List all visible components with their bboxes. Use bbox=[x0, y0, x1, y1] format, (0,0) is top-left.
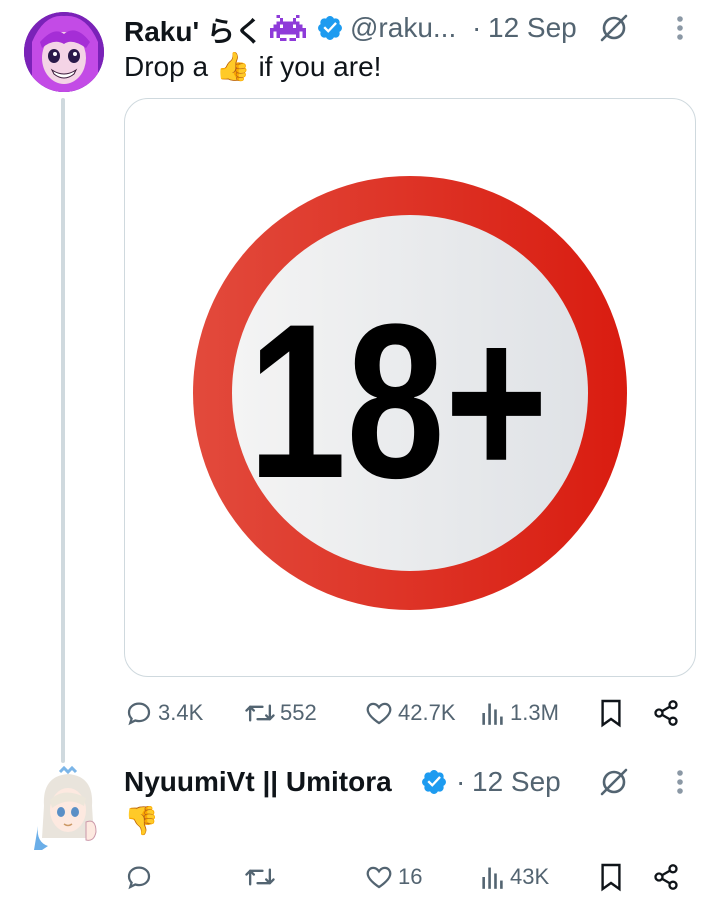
views-count: 43K bbox=[510, 864, 550, 889]
more-icon[interactable] bbox=[666, 12, 694, 44]
views-button[interactable]: 43K bbox=[480, 862, 549, 892]
views-icon bbox=[482, 703, 503, 725]
reply-button[interactable]: 3.4K bbox=[124, 698, 203, 728]
bookmark-icon bbox=[601, 699, 621, 728]
bookmark-icon bbox=[601, 863, 621, 892]
like-count: 42.7K bbox=[398, 700, 456, 725]
retweet-button[interactable]: 552 bbox=[244, 698, 317, 728]
display-name[interactable]: Raku' らく bbox=[124, 10, 263, 50]
tweet-image[interactable]: 18+ bbox=[124, 98, 696, 677]
retweet-icon bbox=[245, 868, 275, 886]
verified-badge-icon bbox=[316, 14, 344, 42]
reply-icon bbox=[127, 702, 151, 726]
retweet-icon bbox=[245, 704, 275, 722]
share-button[interactable] bbox=[650, 862, 682, 892]
grok-icon[interactable] bbox=[594, 10, 634, 46]
display-name[interactable]: NyuumiVt || Umitora bbox=[124, 766, 392, 798]
like-button[interactable]: 42.7K bbox=[364, 698, 456, 728]
views-button[interactable]: 1.3M bbox=[480, 698, 559, 728]
share-button[interactable] bbox=[650, 698, 682, 728]
verified-badge-icon bbox=[420, 768, 448, 796]
like-icon bbox=[366, 702, 392, 725]
handle[interactable]: @raku... bbox=[350, 12, 456, 44]
age-rating-text: 18+ bbox=[248, 278, 548, 524]
tweet-text: Drop a 👍 if you are! bbox=[124, 51, 382, 82]
retweet-button[interactable] bbox=[244, 862, 280, 892]
share-icon bbox=[654, 700, 678, 726]
views-icon bbox=[482, 867, 503, 889]
thread-connector bbox=[61, 98, 65, 763]
space-invader-icon bbox=[270, 12, 306, 44]
tweet-text: 👎 bbox=[124, 805, 159, 836]
like-count: 16 bbox=[398, 864, 423, 889]
separator-dot: · bbox=[456, 766, 466, 797]
more-icon[interactable] bbox=[666, 766, 694, 798]
reply-button[interactable] bbox=[124, 862, 158, 892]
avatar[interactable] bbox=[24, 12, 104, 92]
avatar[interactable] bbox=[34, 766, 102, 850]
bookmark-button[interactable] bbox=[596, 698, 626, 728]
views-count: 1.3M bbox=[510, 700, 559, 725]
tweet-date[interactable]: 12 Sep bbox=[488, 12, 577, 44]
share-icon bbox=[654, 864, 678, 890]
like-button[interactable]: 16 bbox=[364, 862, 422, 892]
like-icon bbox=[366, 866, 392, 889]
retweet-count: 552 bbox=[280, 700, 317, 725]
grok-icon[interactable] bbox=[594, 764, 634, 800]
tweet-date[interactable]: 12 Sep bbox=[472, 766, 561, 798]
reply-count: 3.4K bbox=[158, 700, 204, 725]
reply-icon bbox=[127, 866, 151, 890]
bookmark-button[interactable] bbox=[596, 862, 626, 892]
separator-dot: · bbox=[472, 12, 482, 43]
